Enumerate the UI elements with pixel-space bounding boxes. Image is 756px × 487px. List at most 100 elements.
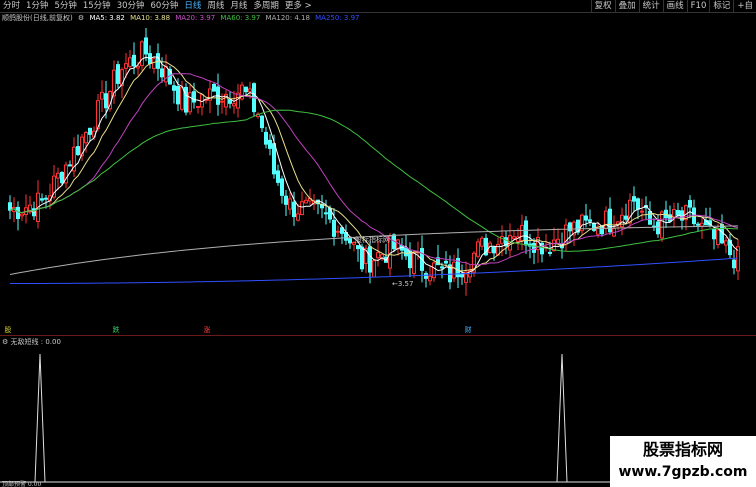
settings-icon[interactable]: ⚙ [78,14,84,22]
candle-body [552,239,556,252]
candle-body [372,260,376,278]
period-tab-fenshi[interactable]: 分时 [0,0,23,12]
candle-body [260,115,264,129]
candle-body [696,223,700,226]
candle-body [268,139,272,149]
candle-body [124,63,128,69]
period-tab-daily[interactable]: 日线 [181,0,204,12]
candle-body [404,247,408,257]
period-tab-15min[interactable]: 15分钟 [80,0,114,12]
candle-body [196,106,200,109]
candle-body [548,251,552,254]
candle-body [692,207,696,225]
candle-body [624,215,628,220]
candle-body [532,242,536,253]
candle-body [620,214,624,228]
candle-body [520,224,524,242]
candle-body [140,41,144,67]
candle-body [324,212,328,215]
candle-body [100,91,104,100]
signal-spike [34,353,46,483]
candle-body [8,202,12,211]
event-marker[interactable]: 涨 [204,325,211,334]
candles-group [8,27,740,296]
draw-line-button[interactable]: 画线 [662,0,687,12]
candle-body [20,213,24,217]
ma10-value: MA10: 3.88 [130,14,171,22]
panel-divider[interactable] [0,335,756,336]
candle-body [144,37,148,55]
candle-body [712,229,716,240]
mark-button[interactable]: 标记 [709,0,733,12]
candle-body [636,198,640,210]
candle-body [732,259,736,269]
candle-body [672,209,676,218]
candle-body [60,171,64,184]
candlestick-chart[interactable]: ←5.62←3.57股标指标网股跌涨财 [0,25,756,335]
period-tab-30min[interactable]: 30分钟 [114,0,148,12]
watermark-line2: www.7gpzb.com [618,464,748,480]
candle-body [476,241,480,257]
period-tab-weekly[interactable]: 周线 [204,0,227,12]
candle-body [152,58,156,69]
candle-body [360,246,364,270]
candle-body [432,262,436,279]
candle-body [368,246,372,273]
period-toolbar: 分时 1分钟 5分钟 15分钟 30分钟 60分钟 日线 周线 月线 多周期 更多 > 复权 叠加 统计… [0,0,756,12]
event-marker[interactable]: 跌 [113,325,120,334]
candle-body [192,91,196,103]
candle-body [304,199,308,204]
candle-body [452,261,456,279]
candle-body [116,64,120,84]
candle-body [640,210,644,213]
candle-body [376,252,380,259]
ma250-value: MA250: 3.97 [315,14,360,22]
candle-body [228,99,232,104]
candle-body [136,65,140,69]
ma20-value: MA20: 3.97 [175,14,216,22]
candle-body [220,100,224,103]
period-tab-5min[interactable]: 5分钟 [51,0,79,12]
candle-body [716,229,720,245]
candle-body [336,230,340,233]
candle-body [292,201,296,218]
custom-button[interactable]: +自 [733,0,756,12]
candle-body [16,206,20,220]
f10-button[interactable]: F10 [686,0,710,12]
candle-body [588,219,592,222]
candle-body [56,172,60,179]
signal-spike [556,353,568,483]
candle-body [104,93,108,109]
candle-body [180,86,184,110]
event-marker[interactable]: 财 [465,325,472,334]
candle-body [88,127,92,135]
candle-body [44,197,48,200]
candle-body [212,84,216,92]
overlay-button[interactable]: 叠加 [614,0,639,12]
candle-body [632,196,636,202]
candle-body [428,275,432,282]
candle-body [40,198,44,201]
indicator-bottom-label: 顶部预警 0.00 [2,480,41,487]
period-tab-more[interactable]: 更多 > [282,0,315,12]
period-tab-multi[interactable]: 多周期 [250,0,282,12]
stats-button[interactable]: 统计 [638,0,663,12]
candle-body [356,245,360,250]
fuquan-button[interactable]: 复权 [590,0,615,12]
candle-body [76,146,80,156]
low-price-label: ←3.57 [392,280,413,288]
period-tab-60min[interactable]: 60分钟 [148,0,182,12]
candle-body [128,57,132,67]
candle-body [188,92,192,113]
candle-body [276,170,280,183]
candle-body [272,143,276,175]
ma120-value: MA120: 4.18 [265,14,310,22]
period-tab-monthly[interactable]: 月线 [227,0,250,12]
candle-body [440,266,444,269]
event-marker[interactable]: 股 [5,326,12,334]
candle-body [412,251,416,274]
stock-title[interactable]: 顺鸽股份(日线,前复权) [2,14,73,22]
candle-body [656,221,660,235]
period-tab-1min[interactable]: 1分钟 [23,0,51,12]
candle-body [480,237,484,247]
